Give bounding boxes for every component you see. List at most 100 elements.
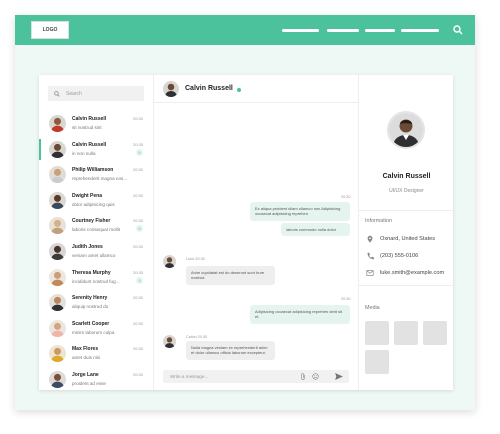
message-outgoing: Ex aliqua proident ullam ullamco non Adi… (250, 202, 350, 221)
contact-item[interactable]: Philip Williamson reprehenderit magna nos… (39, 162, 153, 187)
nav-link-3[interactable] (365, 29, 395, 32)
contact-name: Serenity Henry (72, 295, 108, 302)
chat-header: Calvin Russell (154, 75, 358, 103)
avatar[interactable] (163, 81, 179, 97)
contact-preview: reprehenderit magna nos... (72, 176, 128, 182)
contact-preview: aliquip nostrud do (72, 304, 109, 310)
avatar (49, 140, 66, 158)
messenger-panel: Search Calvin Russell sit nostrud sint 20:… (39, 75, 454, 390)
top-navbar: LOGO (15, 15, 475, 45)
contact-time: 20:30 (132, 218, 143, 224)
nav-link-2[interactable] (327, 29, 359, 32)
online-status-dot (237, 88, 241, 92)
contact-item[interactable]: Calvin Russell in non nulla 20:30 5 (39, 136, 153, 162)
contact-name: Dwight Pena (72, 192, 103, 199)
contact-preview: dolor adipisicing quis (72, 201, 115, 207)
contact-preview: minim laborum culpa (72, 329, 115, 335)
avatar (49, 319, 66, 337)
message-input[interactable]: Write a message... (163, 370, 349, 383)
avatar[interactable] (163, 335, 176, 348)
information-heading: Information (365, 218, 392, 224)
divider (359, 210, 454, 211)
contact-item[interactable]: Theresa Murphy incididunt nostrud fug... 2… (39, 265, 153, 290)
contact-name: Judith Jones (72, 244, 103, 250)
message-outgoing: Adipisicing occaecat adipisicing reprehe… (250, 305, 350, 324)
message-meta: 20:30 (341, 297, 351, 301)
contact-item[interactable]: Calvin Russell sit nostrud sint 20:30 (39, 111, 153, 136)
media-thumbnail[interactable] (365, 321, 389, 345)
nav-link-4[interactable] (401, 29, 439, 32)
email-icon (366, 270, 374, 276)
contact-name: Philip Williamson (72, 167, 114, 174)
contacts-sidebar: Search Calvin Russell sit nostrud sint 20:… (39, 75, 154, 390)
contact-time: 20:30 (132, 244, 143, 249)
location-text: Oxnard, United States (380, 236, 436, 242)
message-incoming: Nulla magna veniam ex reprehenderit anim… (186, 341, 275, 360)
contact-preview: sit nostrud sint (72, 125, 102, 130)
contact-name: Jorge Lane (72, 372, 99, 378)
contact-preview: amet duis nisi (72, 355, 101, 361)
message-outgoing: laboris commodo nulla dolor (281, 223, 350, 237)
contact-item[interactable]: Scarlett Cooper minim laborum culpa 20:30 (39, 316, 153, 341)
unread-badge: 5 (136, 148, 143, 156)
contact-name: Courtney Fisher (72, 218, 111, 225)
contact-name: Scarlett Cooper (72, 320, 110, 327)
profile-role: UI/UX Designer (389, 188, 424, 194)
contact-preview: laboris consequat mollit (72, 227, 121, 233)
avatar (49, 217, 66, 235)
search-input[interactable]: Search (48, 86, 144, 101)
avatar (49, 268, 66, 286)
contact-name: Calvin Russell (72, 141, 107, 148)
media-thumbnail[interactable] (365, 350, 389, 374)
emoji-icon[interactable] (312, 373, 319, 380)
contact-time: 20:30 (132, 116, 143, 121)
contact-item[interactable]: Jorge Lane proident ad esse 20:30 (39, 367, 153, 392)
contact-name: Calvin Russell (72, 116, 107, 122)
contact-item[interactable]: Dwight Pena dolor adipisicing quis 20:30 (39, 188, 153, 213)
paperclip-icon[interactable] (300, 373, 306, 380)
search-icon[interactable] (453, 25, 463, 35)
contact-time: 20:30 (132, 372, 143, 377)
message-placeholder: Write a message... (170, 374, 209, 379)
phone-icon (367, 252, 374, 260)
avatar (49, 371, 66, 388)
email-text[interactable]: luke.smith@example.com (380, 270, 444, 276)
message-meta: Luke 20:30 (186, 257, 205, 261)
active-indicator (39, 138, 41, 160)
search-icon (54, 90, 60, 97)
contact-time: 20:30 (132, 269, 143, 275)
unread-badge: 5 (136, 225, 143, 233)
media-thumbnail[interactable] (394, 321, 418, 345)
contact-item[interactable]: Courtney Fisher laboris consequat mollit 2… (39, 213, 153, 238)
contact-details: Calvin Russell UI/UX Designer Informatio… (358, 75, 454, 390)
avatar (49, 294, 66, 312)
contact-name: Theresa Murphy (72, 269, 111, 276)
contact-item[interactable]: Serenity Henry aliquip nostrud do 20:30 (39, 290, 153, 315)
contact-time: 20:30 (132, 167, 143, 173)
send-icon[interactable] (335, 373, 343, 380)
media-heading: Media (365, 305, 380, 311)
contact-time: 20:30 (132, 320, 143, 326)
contact-preview: veniam amet ullamco (72, 253, 116, 258)
avatar (49, 166, 66, 184)
avatar (49, 345, 66, 363)
unread-badge: 3 (136, 276, 143, 284)
avatar (49, 191, 66, 209)
phone-text[interactable]: (203) 555-0106 (380, 253, 418, 259)
avatar[interactable] (163, 255, 176, 268)
contact-item[interactable]: Max Flores amet duis nisi 20:30 (39, 341, 153, 366)
app-window: LOGO Search Calvin Russell sit nostrud si… (15, 15, 475, 410)
message-meta: 20:30 (341, 195, 351, 199)
avatar (49, 243, 66, 260)
contact-time: 20:30 (132, 295, 143, 301)
logo[interactable]: LOGO (31, 21, 69, 39)
contact-item[interactable]: Judith Jones veniam amet ullamco 20:30 (39, 239, 153, 264)
contact-time: 20:30 (132, 141, 143, 147)
profile-avatar (387, 111, 425, 149)
location-pin-icon (367, 235, 373, 243)
message-incoming: Anim cupidatat est do deserunt sunt Irur… (186, 266, 275, 285)
contact-time: 20:30 (132, 192, 143, 198)
contact-preview: incididunt nostrud fug... (72, 278, 120, 284)
media-thumbnail[interactable] (423, 321, 447, 345)
nav-link-1[interactable] (282, 29, 319, 32)
